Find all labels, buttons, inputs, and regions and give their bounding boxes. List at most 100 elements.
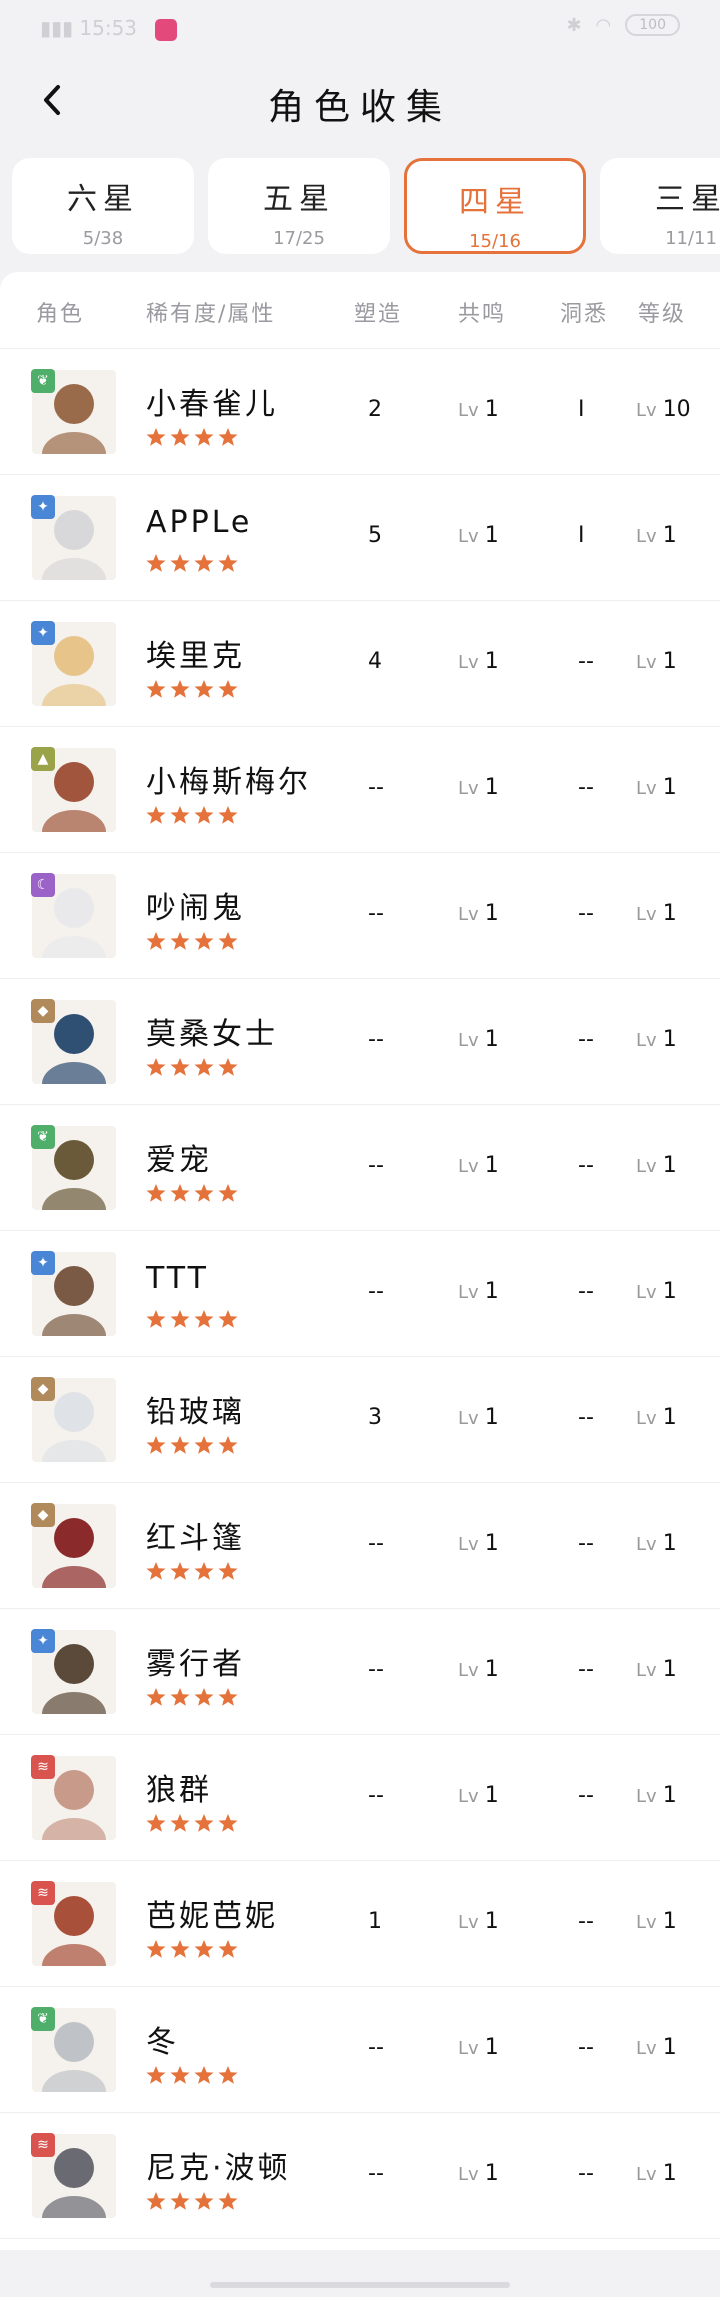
insight-value: -- (578, 1657, 594, 1682)
resonance-level: Lv 1 (458, 775, 499, 800)
portrait-head (54, 1770, 94, 1810)
column-header-character[interactable]: 角色 (36, 296, 84, 328)
rarity-tabs: 六星 5/38 五星 17/25 四星 15/16 三星 11/11 (0, 158, 720, 260)
lv-prefix: Lv (636, 2164, 657, 2185)
resonance-level: Lv 1 (458, 901, 499, 926)
shape-value: -- (368, 1279, 384, 1304)
table-row[interactable]: ≋ 芭妮芭妮 1 Lv 1 -- Lv 1 (0, 1861, 720, 1987)
attribute-star-icon: ✦ (31, 621, 55, 645)
insight-value: I (578, 397, 585, 422)
lv-prefix: Lv (636, 1282, 657, 1303)
table-row[interactable]: ✦ 雾行者 -- Lv 1 -- Lv 1 (0, 1609, 720, 1735)
rarity-stars (146, 1435, 238, 1455)
lv-prefix: Lv (458, 1156, 479, 1177)
rarity-star-icon (218, 679, 238, 699)
rarity-star-icon (194, 2191, 214, 2211)
level-value: 1 (662, 1657, 677, 1682)
insight-value: -- (578, 1783, 594, 1808)
character-level: Lv 1 (636, 901, 677, 926)
lv-prefix: Lv (636, 2038, 657, 2059)
resonance-value: 1 (484, 1909, 499, 1934)
home-indicator[interactable] (210, 2282, 510, 2288)
portrait-head (54, 384, 94, 424)
column-header-shape[interactable]: 塑造 (354, 296, 402, 328)
table-row[interactable]: ◆ 红斗篷 -- Lv 1 -- Lv 1 (0, 1483, 720, 1609)
rarity-star-icon (170, 1435, 190, 1455)
portrait-head (54, 1140, 94, 1180)
character-level: Lv 10 (636, 397, 691, 422)
character-level: Lv 1 (636, 523, 677, 548)
lv-prefix: Lv (458, 400, 479, 421)
level-value: 1 (662, 523, 677, 548)
attribute-mineral-icon: ◆ (31, 999, 55, 1023)
table-header: 角色 稀有度/属性 塑造 共鸣 洞悉 等级 (0, 272, 720, 349)
character-name: TTT (146, 1261, 209, 1296)
table-row[interactable]: ✦ 埃里克 4 Lv 1 -- Lv 1 (0, 601, 720, 727)
table-row[interactable]: ≋ 狼群 -- Lv 1 -- Lv 1 (0, 1735, 720, 1861)
column-header-rarity[interactable]: 稀有度/属性 (146, 296, 275, 328)
lv-prefix: Lv (636, 1912, 657, 1933)
column-header-level[interactable]: 等级 (638, 296, 686, 328)
level-value: 1 (662, 1783, 677, 1808)
attribute-plant-icon: ❦ (31, 2007, 55, 2031)
table-row[interactable]: ✦ TTT -- Lv 1 -- Lv 1 (0, 1231, 720, 1357)
column-header-insight[interactable]: 洞悉 (560, 296, 608, 328)
tab-four-star[interactable]: 四星 15/16 (404, 158, 586, 254)
table-row[interactable]: ✦ APPLe 5 Lv 1 I Lv 1 (0, 475, 720, 601)
character-level: Lv 1 (636, 1405, 677, 1430)
character-level: Lv 1 (636, 2035, 677, 2060)
table-row[interactable]: ◆ 铅玻璃 3 Lv 1 -- Lv 1 (0, 1357, 720, 1483)
attribute-plant-icon: ❦ (31, 369, 55, 393)
resonance-level: Lv 1 (458, 1909, 499, 1934)
rarity-star-icon (170, 1561, 190, 1581)
tab-label: 五星 (263, 182, 335, 217)
portrait-head (54, 1644, 94, 1684)
status-icons: ✱ ◠ 100 (566, 14, 680, 36)
table-row[interactable]: ≋ 尼克·波顿 -- Lv 1 -- Lv 1 (0, 2113, 720, 2239)
rarity-star-icon (146, 931, 166, 951)
attribute-star-icon: ✦ (31, 495, 55, 519)
portrait-head (54, 1014, 94, 1054)
column-header-resonance[interactable]: 共鸣 (458, 296, 506, 328)
character-name: 小春雀儿 (146, 387, 278, 422)
lv-prefix: Lv (636, 652, 657, 673)
level-value: 1 (662, 2161, 677, 2186)
table-row[interactable]: ❦ 爱宠 -- Lv 1 -- Lv 1 (0, 1105, 720, 1231)
resonance-value: 1 (484, 901, 499, 926)
level-value: 1 (662, 2035, 677, 2060)
portrait-head (54, 762, 94, 802)
table-row[interactable]: ▲ 小梅斯梅尔 -- Lv 1 -- Lv 1 (0, 727, 720, 853)
lv-prefix: Lv (458, 1282, 479, 1303)
rarity-star-icon (194, 1435, 214, 1455)
rarity-star-icon (194, 1561, 214, 1581)
rarity-star-icon (170, 679, 190, 699)
rarity-star-icon (194, 553, 214, 573)
rarity-stars (146, 1183, 238, 1203)
rarity-star-icon (194, 1183, 214, 1203)
portrait-head (54, 1266, 94, 1306)
rarity-stars (146, 2191, 238, 2211)
rarity-star-icon (170, 1183, 190, 1203)
rarity-star-icon (218, 2191, 238, 2211)
rarity-star-icon (218, 1183, 238, 1203)
tab-three-star[interactable]: 三星 11/11 (600, 158, 720, 254)
insight-value: -- (578, 901, 594, 926)
lv-prefix: Lv (636, 1156, 657, 1177)
shape-value: -- (368, 1657, 384, 1682)
character-name: 小梅斯梅尔 (146, 765, 311, 800)
character-name: 吵闹鬼 (146, 891, 245, 926)
shape-value: -- (368, 1027, 384, 1052)
tab-five-star[interactable]: 五星 17/25 (208, 158, 390, 254)
rarity-star-icon (218, 1813, 238, 1833)
resonance-level: Lv 1 (458, 2035, 499, 2060)
rarity-star-icon (218, 931, 238, 951)
table-row[interactable]: ☾ 吵闹鬼 -- Lv 1 -- Lv 1 (0, 853, 720, 979)
rarity-star-icon (146, 805, 166, 825)
table-row[interactable]: ◆ 莫桑女士 -- Lv 1 -- Lv 1 (0, 979, 720, 1105)
rarity-stars (146, 2065, 238, 2085)
character-level: Lv 1 (636, 649, 677, 674)
table-row[interactable]: ❦ 小春雀儿 2 Lv 1 I Lv 10 (0, 349, 720, 475)
tab-six-star[interactable]: 六星 5/38 (12, 158, 194, 254)
rarity-star-icon (170, 1939, 190, 1959)
table-row[interactable]: ❦ 冬 -- Lv 1 -- Lv 1 (0, 1987, 720, 2113)
